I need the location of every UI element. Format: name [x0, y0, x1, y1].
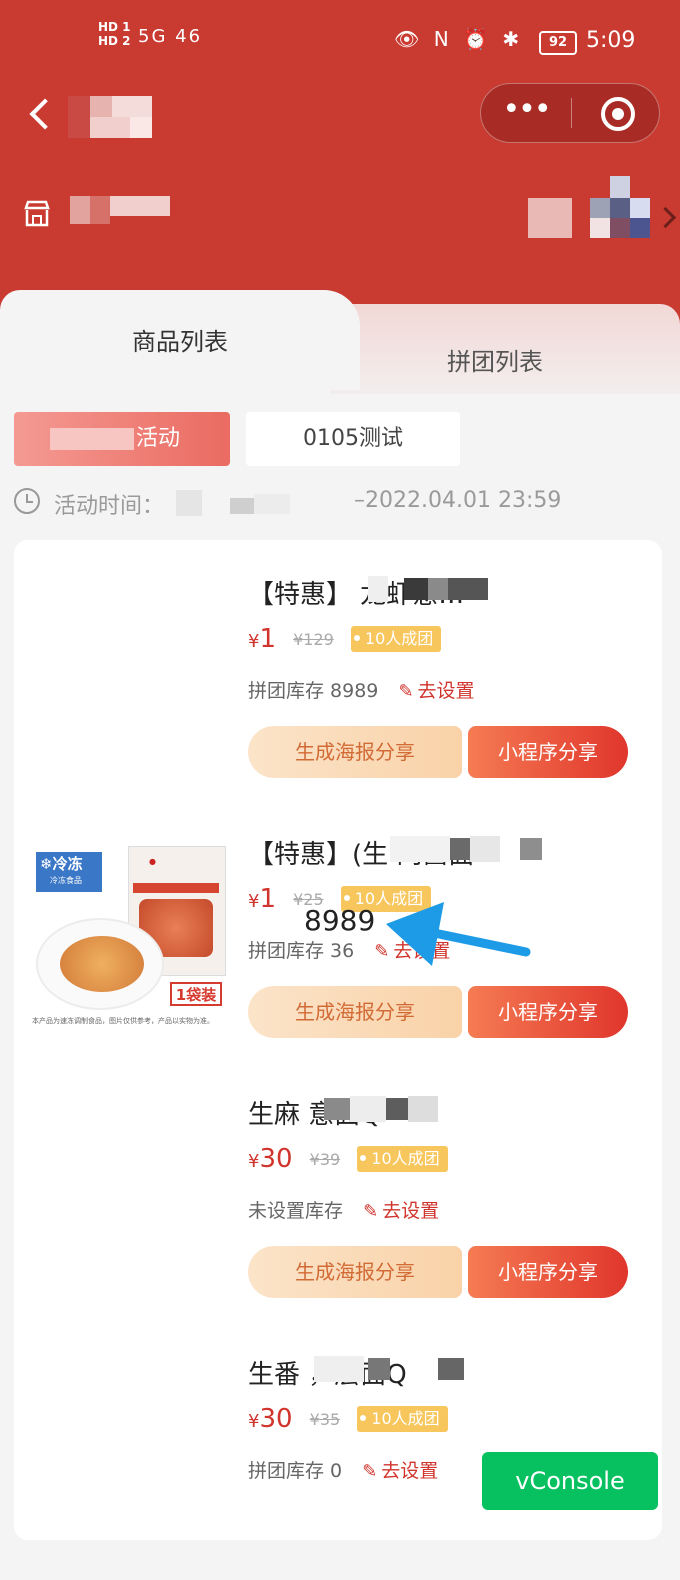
set-stock-link[interactable]: 去设置	[382, 1200, 439, 1222]
product-item: 生番 ，层面Q ¥30 ¥35 10人成团 拼团库存 0 ✎去设置	[14, 1320, 662, 1580]
activity-chip-active[interactable]: 活动	[14, 412, 230, 466]
product-list: 【特惠】 龙虾意… ¥1 ¥129 10人成团 拼团库存 8989 ✎ 去设置 生…	[14, 540, 662, 1540]
clock-icon	[14, 488, 40, 514]
more-menu-button[interactable]: •••	[481, 84, 571, 142]
annotation-number: 8989	[304, 904, 376, 937]
mini-program-share-button[interactable]: 小程序分享	[468, 1246, 628, 1298]
title-redacted	[390, 836, 550, 862]
stock-text: 拼团库存 36	[248, 940, 355, 962]
time-redacted	[176, 490, 202, 516]
close-target-icon[interactable]	[601, 97, 635, 131]
brand-logo-icon: ●	[149, 857, 156, 866]
group-size-badge: 10人成团	[350, 626, 442, 652]
pencil-icon[interactable]: ✎	[362, 1461, 377, 1482]
title-redacted	[324, 1096, 444, 1122]
activity-name-redacted	[50, 428, 134, 450]
title-redacted	[314, 1356, 474, 1382]
group-price: ¥30	[248, 1144, 293, 1174]
time-redacted	[230, 498, 254, 514]
chevron-right-icon[interactable]	[664, 206, 676, 230]
capsule-divider	[571, 98, 572, 128]
vconsole-button[interactable]: vConsole	[482, 1452, 658, 1510]
back-button[interactable]	[26, 95, 61, 131]
battery-icon: 92	[539, 31, 577, 55]
set-stock-link[interactable]: 去设置	[418, 680, 475, 702]
status-bar: HD 1 HD 2 5G 46 👁 N ⏰ ✱ 92 5:09	[0, 0, 680, 84]
pencil-icon[interactable]: ✎	[363, 1201, 378, 1222]
annotation-arrow-icon	[386, 902, 531, 966]
tab-product-list[interactable]: 商品列表	[0, 290, 360, 390]
generate-poster-button[interactable]: 生成海报分享	[248, 986, 462, 1038]
group-price: ¥1	[248, 884, 276, 914]
bag-label: 1袋装	[170, 982, 222, 1006]
signal-icons: 5G 46	[138, 26, 203, 47]
image-disclaimer: 本产品为速冻调制食品，图片仅供参考，产品以实物为准。	[32, 1017, 214, 1025]
stock-text: 拼团库存 8989	[248, 680, 379, 702]
group-price: ¥1	[248, 624, 276, 654]
mini-program-share-button[interactable]: 小程序分享	[468, 726, 628, 778]
frozen-label: ❄冷冻 冷冻食品	[36, 852, 102, 892]
pasta-plate-image	[36, 918, 164, 1010]
original-price: ¥35	[309, 1409, 341, 1429]
clock-time: 5:09	[586, 28, 636, 53]
title-redacted	[368, 576, 488, 602]
page-title-redacted	[68, 96, 152, 138]
stock-text: 拼团库存 0	[248, 1460, 343, 1482]
tab-group-list[interactable]: 拼团列表	[330, 304, 680, 394]
store-name-redacted	[70, 196, 170, 224]
set-stock-link[interactable]: 去设置	[381, 1460, 438, 1482]
generate-poster-button[interactable]: 生成海报分享	[248, 726, 462, 778]
product-item: 【特惠】 龙虾意… ¥1 ¥129 10人成团 拼团库存 8989 ✎ 去设置 生…	[14, 540, 662, 800]
mini-program-capsule: •••	[480, 83, 660, 143]
time-redacted	[254, 494, 290, 514]
mini-program-share-button[interactable]: 小程序分享	[468, 986, 628, 1038]
generate-poster-button[interactable]: 生成海报分享	[248, 1246, 462, 1298]
pencil-icon[interactable]: ✎	[398, 681, 413, 702]
group-size-badge: 10人成团	[357, 1146, 448, 1172]
group-size-badge: 10人成团	[357, 1406, 448, 1432]
product-item: 生麻 意面Q ¥30 ¥39 10人成团 未设置库存 ✎ 去设置 生成海报分享 小…	[14, 1060, 662, 1320]
stock-text: 未设置库存	[248, 1200, 344, 1222]
group-price: ¥30	[248, 1404, 293, 1434]
original-price: ¥39	[309, 1149, 341, 1169]
store-info-redacted	[528, 176, 650, 238]
product-image[interactable]: ❄冷冻 冷冻食品 ● 1袋装 本产品为速冻调制食品，图片仅供参考，产品以实物为准。	[32, 834, 228, 1030]
system-icons: 👁 N ⏰ ✱	[394, 27, 524, 51]
original-price: ¥129	[293, 629, 334, 649]
sim-indicator: HD 1 HD 2	[98, 20, 131, 48]
chevron-left-icon	[29, 98, 61, 130]
store-icon	[22, 198, 52, 228]
tab-bar: 拼团列表 商品列表	[0, 290, 680, 394]
activity-chip-test[interactable]: 0105测试	[246, 412, 460, 466]
